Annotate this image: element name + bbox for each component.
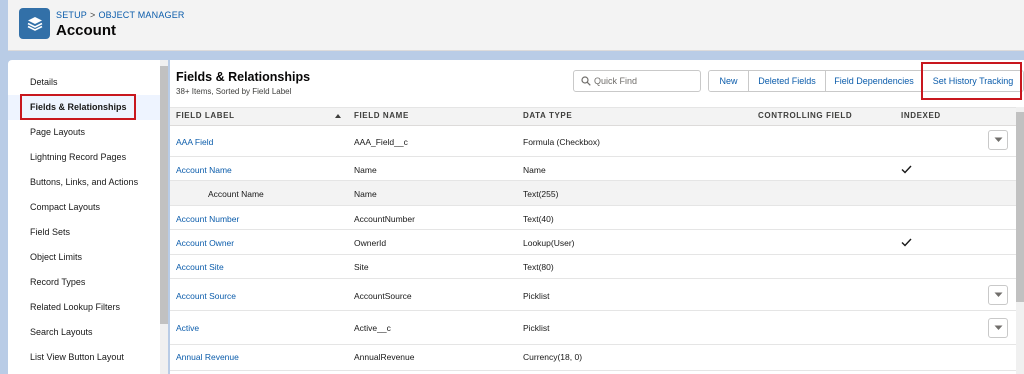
table-row: Account Name Name Text(255) bbox=[170, 181, 1016, 206]
data-type-cell: Name bbox=[523, 165, 546, 175]
sidebar-item-record-types[interactable]: Record Types bbox=[8, 270, 160, 295]
field-label-link[interactable]: Annual Revenue bbox=[176, 352, 239, 362]
sidebar-item-search-layouts[interactable]: Search Layouts bbox=[8, 320, 160, 345]
data-type-cell: Currency(18, 0) bbox=[523, 352, 583, 362]
quick-find-box bbox=[573, 70, 701, 92]
table-row: Account Number AccountNumber Text(40) bbox=[170, 206, 1016, 230]
quick-find-input[interactable] bbox=[594, 71, 694, 91]
field-name-cell: AccountSource bbox=[354, 291, 412, 301]
highlight-box-set-history-tracking bbox=[921, 62, 1022, 100]
data-type-cell: Picklist bbox=[523, 291, 550, 301]
data-type-cell: Picklist bbox=[523, 323, 550, 333]
sidebar-item-related-lookup-filters[interactable]: Related Lookup Filters bbox=[8, 295, 160, 320]
section-title: Fields & Relationships bbox=[176, 70, 311, 84]
chevron-down-icon bbox=[994, 325, 1003, 330]
page-header: SETUP > OBJECT MANAGER Account bbox=[8, 0, 1024, 51]
breadcrumb-object-manager[interactable]: OBJECT MANAGER bbox=[98, 10, 184, 20]
sidebar-item-field-sets[interactable]: Field Sets bbox=[8, 220, 160, 245]
sidebar-item-details[interactable]: Details bbox=[8, 70, 160, 95]
field-label-link[interactable]: Account Owner bbox=[176, 238, 234, 248]
table-row: Account Owner OwnerId Lookup(User) bbox=[170, 230, 1016, 255]
field-name-cell: Site bbox=[354, 262, 369, 272]
field-name-cell: Name bbox=[354, 189, 377, 199]
search-icon bbox=[581, 76, 591, 86]
checkmark-icon bbox=[901, 238, 912, 247]
sidebar-item-buttons-links-actions[interactable]: Buttons, Links, and Actions bbox=[8, 170, 160, 195]
sidebar-item-lightning-record-pages[interactable]: Lightning Record Pages bbox=[8, 145, 160, 170]
data-type-cell: Text(80) bbox=[523, 262, 554, 272]
table-row: Account Name Name Name bbox=[170, 157, 1016, 181]
main-panel: Fields & Relationships 38+ Items, Sorted… bbox=[170, 60, 1024, 374]
field-name-cell: OwnerId bbox=[354, 238, 387, 248]
column-header-field-label[interactable]: FIELD LABEL bbox=[176, 111, 235, 120]
field-name-cell: AccountNumber bbox=[354, 214, 415, 224]
sub-field-label: Account Name bbox=[208, 189, 264, 199]
checkmark-icon bbox=[901, 165, 912, 174]
table-row: AAA Field AAA_Field__c Formula (Checkbox… bbox=[170, 125, 1016, 157]
table-row: Annual Revenue AnnualRevenue Currency(18… bbox=[170, 345, 1016, 371]
row-actions-button[interactable] bbox=[988, 318, 1008, 338]
table-row: Account Site Site Text(80) bbox=[170, 255, 1016, 279]
layers-icon bbox=[19, 8, 50, 39]
field-label-link[interactable]: Account Number bbox=[176, 214, 239, 224]
field-label-link[interactable]: Account Source bbox=[176, 291, 236, 301]
table-header: FIELD LABEL FIELD NAME DATA TYPE CONTROL… bbox=[170, 107, 1016, 126]
field-label-link[interactable]: Account Name bbox=[176, 165, 232, 175]
field-label-link[interactable]: Active bbox=[176, 323, 199, 333]
section-subtitle: 38+ Items, Sorted by Field Label bbox=[176, 87, 292, 96]
sidebar-item-list-view-button-layout[interactable]: List View Button Layout bbox=[8, 345, 160, 370]
column-header-indexed[interactable]: INDEXED bbox=[901, 111, 941, 120]
field-name-cell: Active__c bbox=[354, 323, 391, 333]
field-name-cell: Name bbox=[354, 165, 377, 175]
table-row: Account Source AccountSource Picklist bbox=[170, 279, 1016, 311]
chevron-down-icon bbox=[994, 292, 1003, 297]
row-actions-button[interactable] bbox=[988, 285, 1008, 305]
data-type-cell: Formula (Checkbox) bbox=[523, 137, 600, 147]
sort-ascending-icon[interactable] bbox=[334, 112, 342, 120]
field-label-link[interactable]: Account Site bbox=[176, 262, 224, 272]
sidebar-scrollbar-thumb[interactable] bbox=[160, 66, 168, 324]
breadcrumb-setup[interactable]: SETUP bbox=[56, 10, 87, 20]
row-actions-button[interactable] bbox=[988, 130, 1008, 150]
column-header-controlling-field[interactable]: CONTROLLING FIELD bbox=[758, 111, 852, 120]
sidebar-item-object-limits[interactable]: Object Limits bbox=[8, 245, 160, 270]
chevron-down-icon bbox=[994, 137, 1003, 142]
data-type-cell: Text(255) bbox=[523, 189, 559, 199]
deleted-fields-button[interactable]: Deleted Fields bbox=[749, 71, 826, 91]
breadcrumb: SETUP > OBJECT MANAGER bbox=[56, 10, 185, 20]
data-type-cell: Lookup(User) bbox=[523, 238, 575, 248]
sidebar-item-compact-layouts[interactable]: Compact Layouts bbox=[8, 195, 160, 220]
field-name-cell: AAA_Field__c bbox=[354, 137, 408, 147]
page-title: Account bbox=[56, 22, 116, 39]
data-type-cell: Text(40) bbox=[523, 214, 554, 224]
field-name-cell: AnnualRevenue bbox=[354, 352, 415, 362]
table-row: Active Active__c Picklist bbox=[170, 311, 1016, 345]
breadcrumb-separator: > bbox=[90, 10, 96, 20]
table-scrollbar-thumb[interactable] bbox=[1016, 112, 1024, 302]
field-label-link[interactable]: AAA Field bbox=[176, 137, 213, 147]
highlight-box-fields-relationships bbox=[20, 94, 136, 120]
sidebar-item-page-layouts[interactable]: Page Layouts bbox=[8, 120, 160, 145]
column-header-data-type[interactable]: DATA TYPE bbox=[523, 111, 572, 120]
field-dependencies-button[interactable]: Field Dependencies bbox=[826, 71, 923, 91]
new-button[interactable]: New bbox=[709, 71, 749, 91]
column-header-field-name[interactable]: FIELD NAME bbox=[354, 111, 409, 120]
